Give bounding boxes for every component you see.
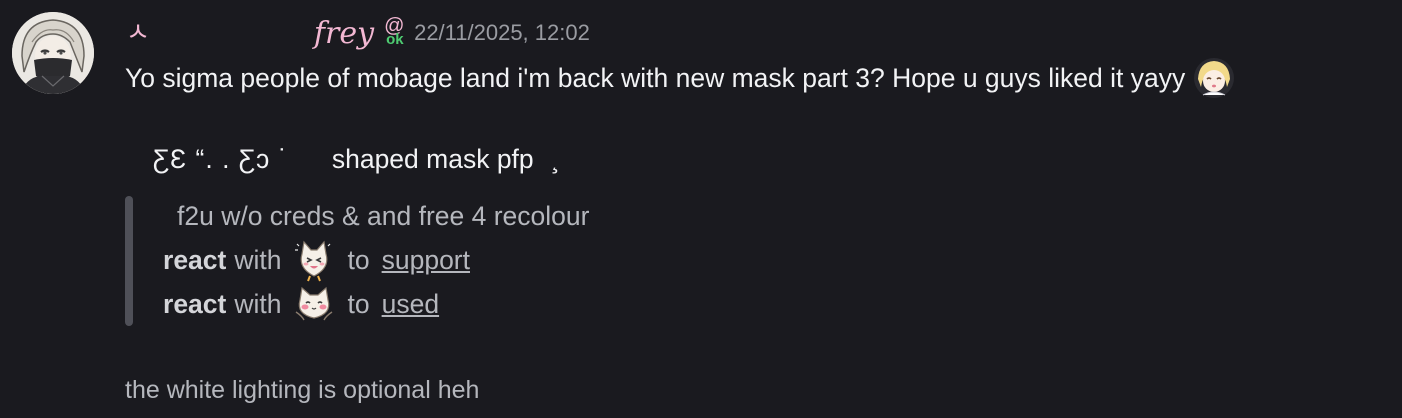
decorative-kaomoji: ƸƐ “. . Ƹɔ ˙ bbox=[153, 144, 289, 174]
block-quote: f2u w/o creds & and free 4 recolour reac… bbox=[125, 196, 825, 326]
message-header: ㅅ frey @ ok 22/11/2025, 12:02 bbox=[126, 12, 590, 54]
message-note: the white lighting is optional heh bbox=[125, 376, 480, 404]
message-content: Yo sigma people of mobage land i'm back … bbox=[125, 56, 1392, 404]
server-tag-badge[interactable]: @ ok bbox=[380, 15, 408, 49]
quote-bar bbox=[125, 196, 133, 326]
display-name-prefix: ㅅ bbox=[126, 16, 150, 47]
chat-message: ㅅ frey @ ok 22/11/2025, 12:02 Yo sigma p… bbox=[0, 0, 1402, 418]
to-label: to bbox=[347, 244, 370, 275]
react-label: react bbox=[163, 288, 227, 319]
username[interactable]: frey bbox=[314, 16, 374, 51]
user-avatar[interactable] bbox=[12, 12, 94, 94]
terms-text: f2u w/o creds & and free 4 recolour bbox=[177, 200, 590, 231]
decorative-title: ƸƐ “. . Ƹɔ ˙ shaped mask pfp ¸ bbox=[153, 144, 560, 175]
with-label: with bbox=[234, 244, 282, 275]
blonde-anime-emoji-icon[interactable] bbox=[1193, 57, 1235, 99]
support-link[interactable]: support bbox=[382, 245, 470, 276]
cat-excited-emoji-icon[interactable] bbox=[292, 238, 336, 282]
tag-text: ok bbox=[386, 31, 404, 48]
to-label: to bbox=[347, 288, 370, 319]
used-link[interactable]: used bbox=[382, 289, 439, 320]
message-line-1: Yo sigma people of mobage land i'm back … bbox=[125, 56, 1392, 100]
avatar-image bbox=[12, 12, 94, 94]
quote-line-used: react with to used bbox=[163, 282, 439, 326]
quote-line-terms: f2u w/o creds & and free 4 recolour bbox=[177, 194, 589, 238]
decorative-text: shaped mask pfp bbox=[331, 144, 534, 174]
message-timestamp[interactable]: 22/11/2025, 12:02 bbox=[414, 20, 590, 46]
message-text: Yo sigma people of mobage land i'm back … bbox=[125, 62, 1186, 93]
cat-blush-emoji-icon[interactable] bbox=[292, 282, 336, 326]
decorative-tail: ¸ bbox=[551, 144, 560, 174]
with-label: with bbox=[234, 288, 282, 319]
quote-line-support: react with to support bbox=[163, 238, 470, 282]
react-label: react bbox=[163, 244, 227, 275]
